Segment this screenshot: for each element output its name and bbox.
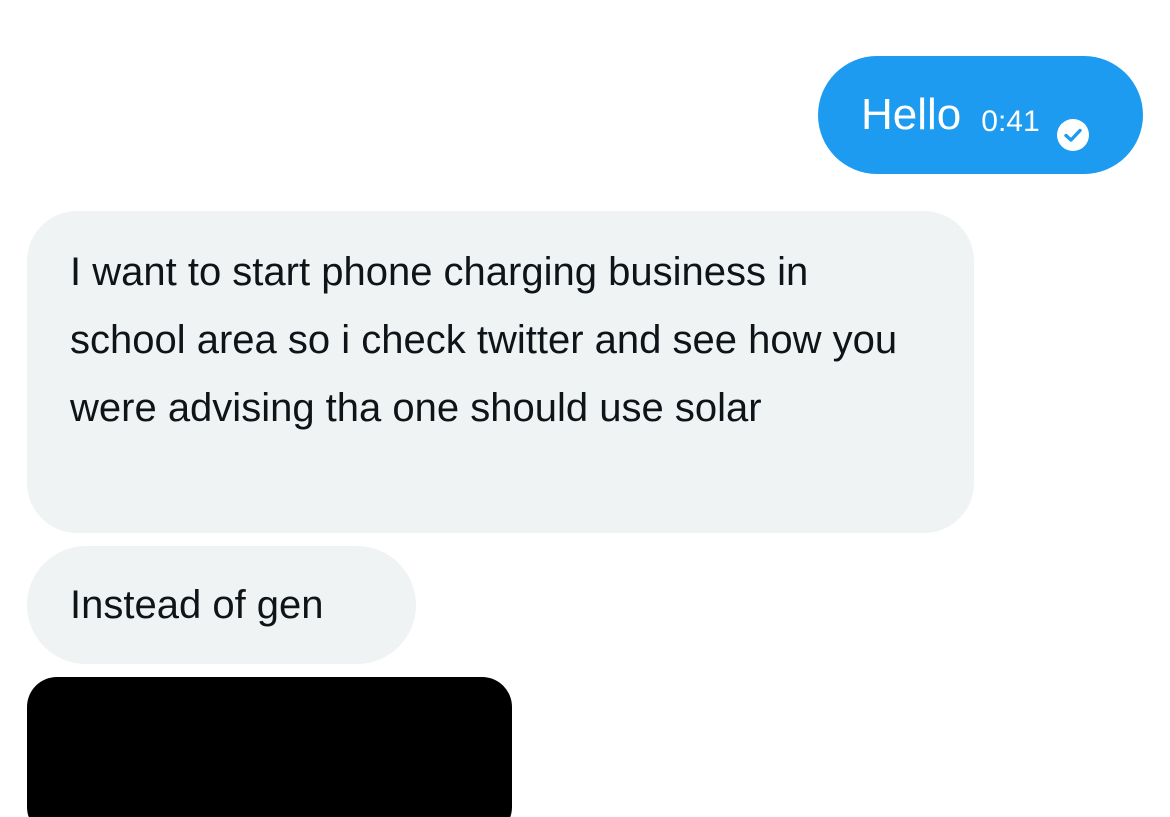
received-message-text: I want to start phone charging business … [70, 250, 898, 430]
received-message-bubble[interactable]: I want to start phone charging business … [27, 211, 974, 533]
conversation-thread: Hello 0:41 I want to start phone chargin… [0, 0, 1170, 817]
media-attachment[interactable] [27, 677, 512, 817]
received-message-text: Instead of gen [70, 583, 324, 627]
check-circle-icon [1056, 105, 1090, 151]
sent-message-bubble[interactable]: Hello 0:41 [818, 56, 1143, 174]
sent-message-text: Hello [861, 90, 962, 139]
received-message-bubble[interactable]: Instead of gen [27, 546, 416, 664]
message-timestamp: 0:41 [981, 105, 1040, 138]
